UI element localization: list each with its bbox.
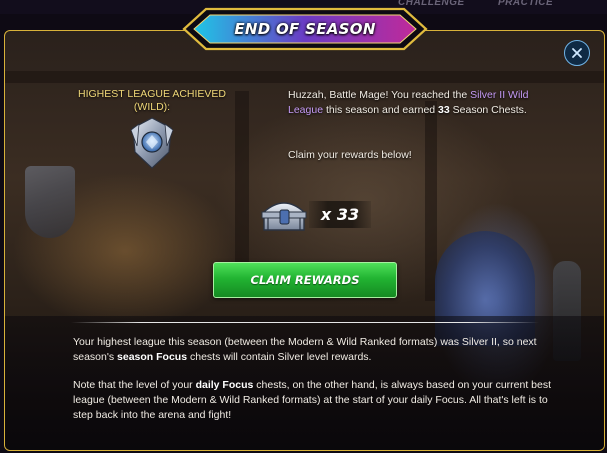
close-icon xyxy=(572,48,582,58)
intro-text: Huzzah, Battle Mage! You reached the Sil… xyxy=(288,88,558,118)
section-divider xyxy=(71,322,539,323)
intro-greeting: Huzzah, Battle Mage! You reached the xyxy=(288,89,471,101)
chest-quantity: x 33 xyxy=(309,201,371,228)
modal-title: END OF SEASON xyxy=(234,20,376,38)
silver-league-badge-icon xyxy=(130,117,174,169)
intro-end: Season Chests. xyxy=(449,104,527,116)
background-shield xyxy=(25,166,75,238)
paragraph1-bold: season Focus xyxy=(117,351,188,363)
paragraph2-bold: daily Focus xyxy=(195,379,254,391)
season-focus-paragraph: Your highest league this season (between… xyxy=(73,335,551,365)
season-chest-icon xyxy=(261,202,307,231)
highest-league-label: HIGHEST LEAGUE ACHIEVED (WILD): xyxy=(77,88,226,113)
intro-mid: this season and earned xyxy=(323,104,439,116)
close-button[interactable] xyxy=(564,40,590,66)
nav-item-practice[interactable]: PRACTICE xyxy=(498,0,553,8)
chest-count-bold: 33 xyxy=(438,104,450,116)
paragraph1-text-b: chests will contain Silver level rewards… xyxy=(187,351,372,363)
background-beam xyxy=(5,71,604,83)
background-pillar xyxy=(235,91,249,291)
title-banner: END OF SEASON xyxy=(180,6,430,52)
claim-prompt: Claim your rewards below! xyxy=(288,149,412,161)
end-of-season-modal: HIGHEST LEAGUE ACHIEVED (WILD): Huzzah, … xyxy=(4,30,605,451)
daily-focus-paragraph: Note that the level of your daily Focus … xyxy=(73,378,551,423)
paragraph2-text-a: Note that the level of your xyxy=(73,379,196,391)
claim-rewards-button[interactable]: CLAIM REWARDS xyxy=(213,262,397,298)
